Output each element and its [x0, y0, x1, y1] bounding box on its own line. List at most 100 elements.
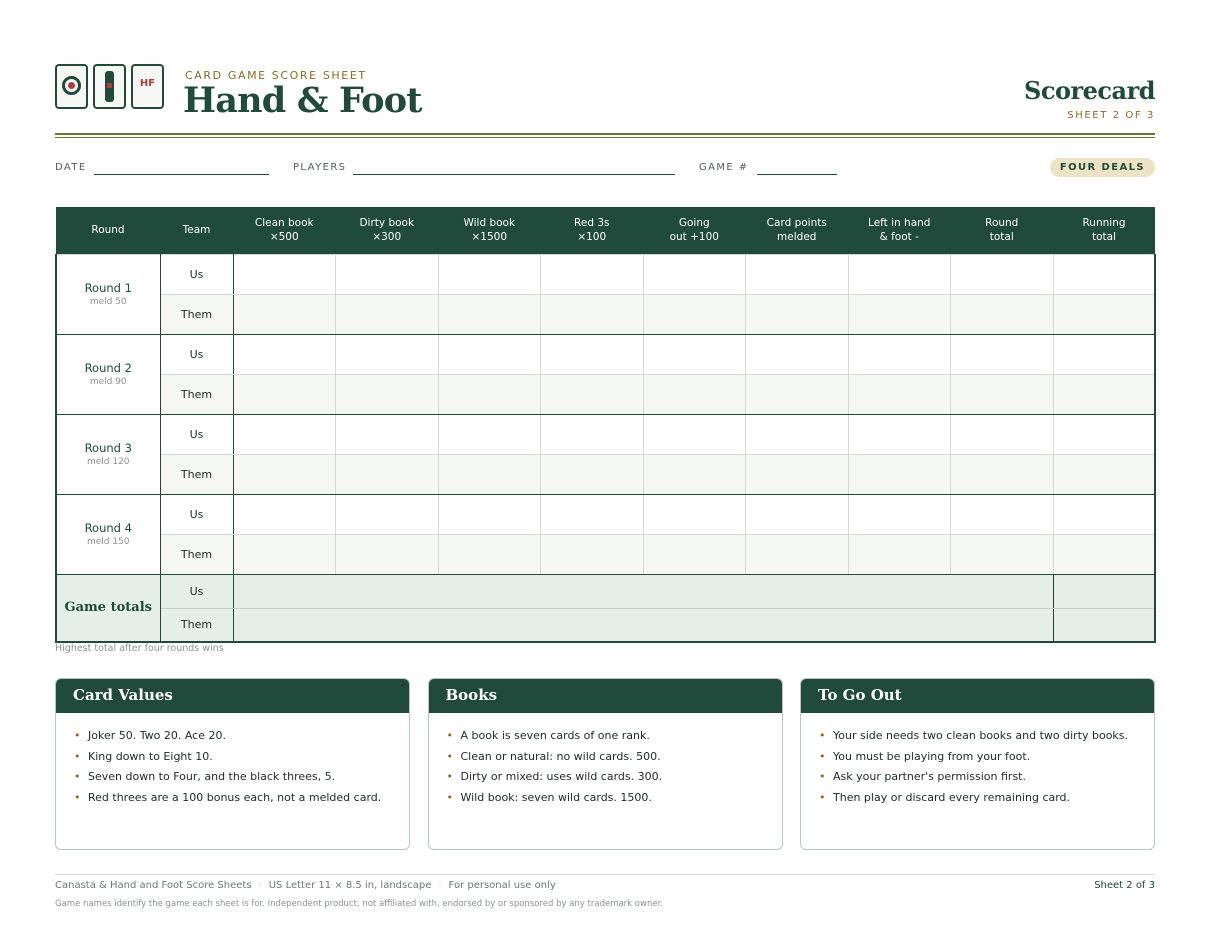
round-meld: meld 150 [86, 537, 130, 547]
game-number-label: GAME # [699, 162, 749, 173]
score-cell[interactable] [642, 453, 746, 495]
sheet-number: SHEET 2 OF 3 [1067, 110, 1155, 121]
score-cell[interactable] [847, 293, 951, 335]
score-cell[interactable] [232, 293, 336, 335]
score-cell[interactable] [1052, 453, 1156, 495]
rules-boxes: Card ValuesJoker 50. Two 20. Ace 20.King… [55, 678, 1155, 850]
score-cell[interactable] [745, 493, 849, 535]
players-field[interactable] [353, 174, 675, 175]
table-row: Them [56, 293, 1156, 335]
rules-list: Joker 50. Two 20. Ace 20.King down to Ei… [56, 713, 409, 808]
score-cell[interactable] [950, 253, 1054, 295]
column-header: Going out +100 [643, 207, 746, 254]
list-item: Seven down to Four, and the black threes… [74, 767, 391, 788]
score-cell[interactable] [1052, 493, 1156, 535]
score-cell[interactable] [745, 373, 849, 415]
score-cell[interactable] [950, 493, 1054, 535]
header-rule-thin [55, 137, 1155, 138]
score-cell[interactable] [540, 453, 644, 495]
score-cell[interactable] [847, 333, 951, 375]
score-cell[interactable] [642, 253, 746, 295]
score-cell[interactable] [437, 333, 541, 375]
column-header: Clean book ×500 [233, 207, 336, 254]
date-field[interactable] [94, 174, 269, 175]
score-cell[interactable] [437, 373, 541, 415]
score-cell[interactable] [335, 333, 439, 375]
score-cell[interactable] [540, 533, 644, 575]
game-number-field[interactable] [757, 174, 837, 175]
score-cell[interactable] [642, 533, 746, 575]
score-cell[interactable] [437, 453, 541, 495]
round-label-cell: Round 3 meld 120 [55, 413, 161, 495]
table-header-row: Round Team Clean book ×500 Dirty book ×300 Wil… [56, 207, 1155, 254]
footer-rule [55, 874, 1155, 875]
score-cell[interactable] [950, 293, 1054, 335]
score-cell[interactable] [950, 373, 1054, 415]
score-cell[interactable] [540, 253, 644, 295]
score-cell[interactable] [335, 533, 439, 575]
round-meld: meld 50 [89, 297, 127, 307]
score-cell[interactable] [335, 293, 439, 335]
score-cell[interactable] [745, 413, 849, 455]
list-item: Then play or discard every remaining car… [819, 788, 1136, 809]
score-cell[interactable] [540, 293, 644, 335]
score-cell[interactable] [642, 413, 746, 455]
score-cell[interactable] [437, 533, 541, 575]
score-cell[interactable] [1052, 373, 1156, 415]
score-cell[interactable] [847, 493, 951, 535]
score-cell[interactable] [540, 373, 644, 415]
score-cell[interactable] [642, 293, 746, 335]
score-cell[interactable] [847, 253, 951, 295]
score-cell[interactable] [437, 413, 541, 455]
logo-card-ring-icon [55, 64, 88, 109]
score-cell[interactable] [437, 493, 541, 535]
score-cell[interactable] [950, 333, 1054, 375]
score-cell[interactable] [745, 293, 849, 335]
score-cell[interactable] [847, 533, 951, 575]
score-cell[interactable] [847, 373, 951, 415]
score-cell[interactable] [642, 373, 746, 415]
score-cell[interactable] [950, 453, 1054, 495]
score-cell[interactable] [745, 333, 849, 375]
score-cell[interactable] [540, 493, 644, 535]
game-total-cell[interactable] [1052, 573, 1156, 609]
score-cell[interactable] [745, 253, 849, 295]
score-cell[interactable] [950, 413, 1054, 455]
column-header: Red 3s ×100 [540, 207, 643, 254]
score-cell[interactable] [950, 533, 1054, 575]
score-cell[interactable] [335, 453, 439, 495]
score-cell[interactable] [232, 373, 336, 415]
score-cell[interactable] [1052, 333, 1156, 375]
team-label: Them [159, 293, 234, 335]
score-cell[interactable] [1052, 293, 1156, 335]
score-cell[interactable] [540, 333, 644, 375]
score-cell[interactable] [540, 413, 644, 455]
score-cell[interactable] [232, 413, 336, 455]
score-cell[interactable] [1052, 253, 1156, 295]
score-cell[interactable] [335, 413, 439, 455]
score-cell[interactable] [437, 253, 541, 295]
score-cell[interactable] [642, 493, 746, 535]
score-cell[interactable] [232, 493, 336, 535]
score-cell[interactable] [642, 333, 746, 375]
score-cell[interactable] [847, 413, 951, 455]
table-row: Round 4 meld 150 Us [55, 493, 1156, 575]
table-row: Them [56, 373, 1156, 415]
score-cell[interactable] [745, 453, 849, 495]
score-cell[interactable] [335, 373, 439, 415]
round-name: Round 3 [84, 441, 132, 455]
score-cell[interactable] [232, 533, 336, 575]
score-cell[interactable] [1052, 413, 1156, 455]
score-cell[interactable] [232, 253, 336, 295]
game-total-cell[interactable] [1052, 607, 1156, 643]
score-cell[interactable] [335, 253, 439, 295]
score-cell[interactable] [745, 533, 849, 575]
score-cell[interactable] [1052, 533, 1156, 575]
fine-print: Game names identify the game each sheet … [55, 899, 663, 909]
score-cell[interactable] [232, 333, 336, 375]
team-label: Us [159, 493, 234, 535]
score-cell[interactable] [232, 453, 336, 495]
score-cell[interactable] [437, 293, 541, 335]
score-cell[interactable] [847, 453, 951, 495]
score-cell[interactable] [335, 493, 439, 535]
